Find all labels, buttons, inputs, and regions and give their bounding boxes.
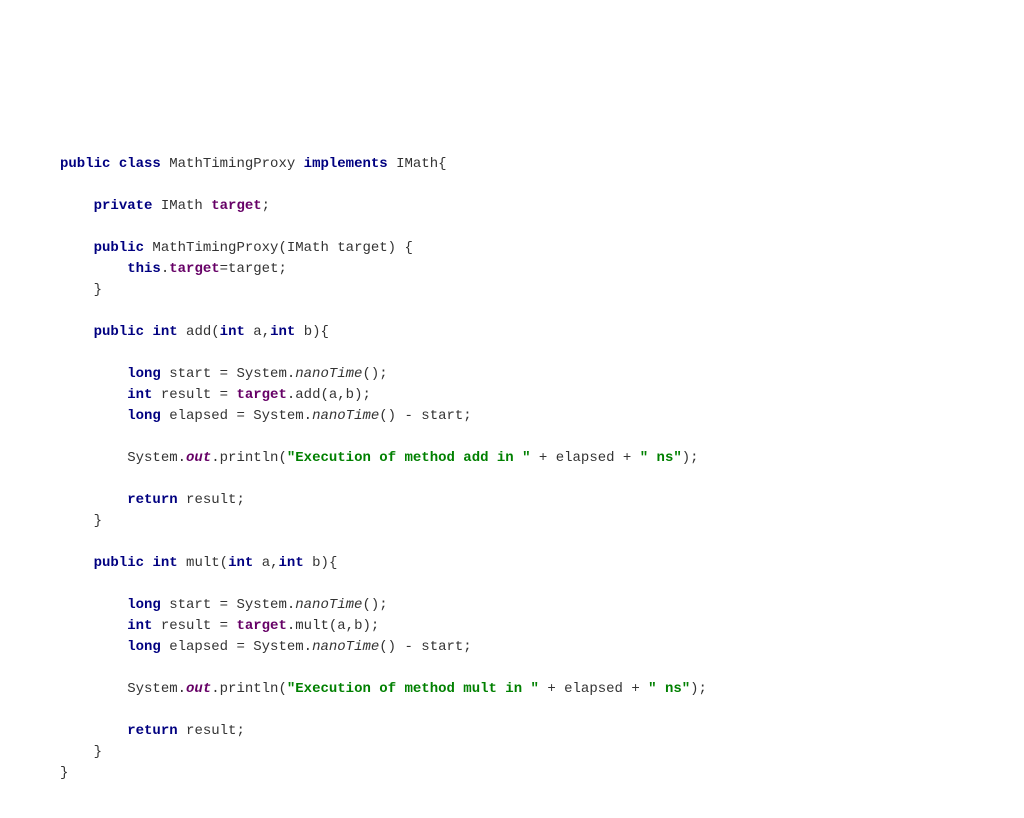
code-token: ; [262, 198, 270, 214]
code-token: } [60, 513, 102, 529]
code-token: =target; [220, 261, 287, 277]
code-token: + elapsed + [531, 450, 640, 466]
code-token: target [236, 387, 286, 403]
code-token: target [211, 198, 261, 214]
code-token: " ns" [640, 450, 682, 466]
code-token: + elapsed + [539, 681, 648, 697]
code-token: int [279, 555, 304, 571]
code-token: .println( [211, 681, 287, 697]
code-token: ); [690, 681, 707, 697]
code-token: " ns" [648, 681, 690, 697]
code-token [60, 618, 127, 634]
code-token [60, 492, 127, 508]
code-token: this [127, 261, 161, 277]
code-token: int [127, 387, 152, 403]
code-token: target [169, 261, 219, 277]
code-token: long [127, 639, 161, 655]
code-token: (); [362, 366, 387, 382]
code-token [60, 324, 94, 340]
code-token: mult( [178, 555, 228, 571]
code-block: public class MathTimingProxy implements … [0, 0, 1024, 818]
code-token: target [236, 618, 286, 634]
code-token: public [94, 555, 144, 571]
code-token: } [60, 765, 68, 781]
code-token [60, 408, 127, 424]
code-token: b){ [295, 324, 329, 340]
code-token: } [60, 744, 102, 760]
code-token [110, 156, 118, 172]
code-token: int [220, 324, 245, 340]
code-token: int [152, 555, 177, 571]
code-token: } [60, 282, 102, 298]
code-token: "Execution of method add in " [287, 450, 531, 466]
code-token: System. [60, 450, 186, 466]
code-token: System. [60, 681, 186, 697]
code-token: ); [682, 450, 699, 466]
code-token: add( [178, 324, 220, 340]
code-token: out [186, 450, 211, 466]
code-token: IMath{ [388, 156, 447, 172]
code-token: a, [245, 324, 270, 340]
code-token [60, 261, 127, 277]
code-token: result; [178, 723, 245, 739]
code-token: start = System. [161, 597, 295, 613]
code-token: IMath [152, 198, 211, 214]
code-token [60, 240, 94, 256]
code-token: result; [178, 492, 245, 508]
code-token: . [161, 261, 169, 277]
code-token: class [119, 156, 161, 172]
code-token: implements [304, 156, 388, 172]
code-token [60, 555, 94, 571]
code-token: .println( [211, 450, 287, 466]
code-token: () - start; [379, 639, 471, 655]
code-token: MathTimingProxy(IMath target) { [144, 240, 413, 256]
code-token: elapsed = System. [161, 408, 312, 424]
code-token: nanoTime [295, 597, 362, 613]
code-token: int [228, 555, 253, 571]
code-token: a, [253, 555, 278, 571]
code-token: return [127, 492, 177, 508]
code-token: result = [152, 618, 236, 634]
code-token [60, 198, 94, 214]
code-token: (); [362, 597, 387, 613]
code-token: private [94, 198, 153, 214]
code-token: nanoTime [295, 366, 362, 382]
code-token: public [94, 240, 144, 256]
code-token: start = System. [161, 366, 295, 382]
code-token: "Execution of method mult in " [287, 681, 539, 697]
code-token: elapsed = System. [161, 639, 312, 655]
code-token: int [127, 618, 152, 634]
code-token [60, 597, 127, 613]
code-token [60, 387, 127, 403]
code-token: result = [152, 387, 236, 403]
code-token: out [186, 681, 211, 697]
code-token: b){ [304, 555, 338, 571]
code-token: int [270, 324, 295, 340]
code-token: int [152, 324, 177, 340]
code-token: return [127, 723, 177, 739]
code-token: public [94, 324, 144, 340]
code-token: .add(a,b); [287, 387, 371, 403]
code-token: nanoTime [312, 408, 379, 424]
code-token: long [127, 597, 161, 613]
code-token [60, 366, 127, 382]
code-token: public [60, 156, 110, 172]
code-token: () - start; [379, 408, 471, 424]
code-token: long [127, 366, 161, 382]
code-token: MathTimingProxy [161, 156, 304, 172]
code-token: nanoTime [312, 639, 379, 655]
code-content: public class MathTimingProxy implements … [60, 154, 964, 784]
code-token: long [127, 408, 161, 424]
code-token [60, 639, 127, 655]
code-token: .mult(a,b); [287, 618, 379, 634]
code-token [60, 723, 127, 739]
